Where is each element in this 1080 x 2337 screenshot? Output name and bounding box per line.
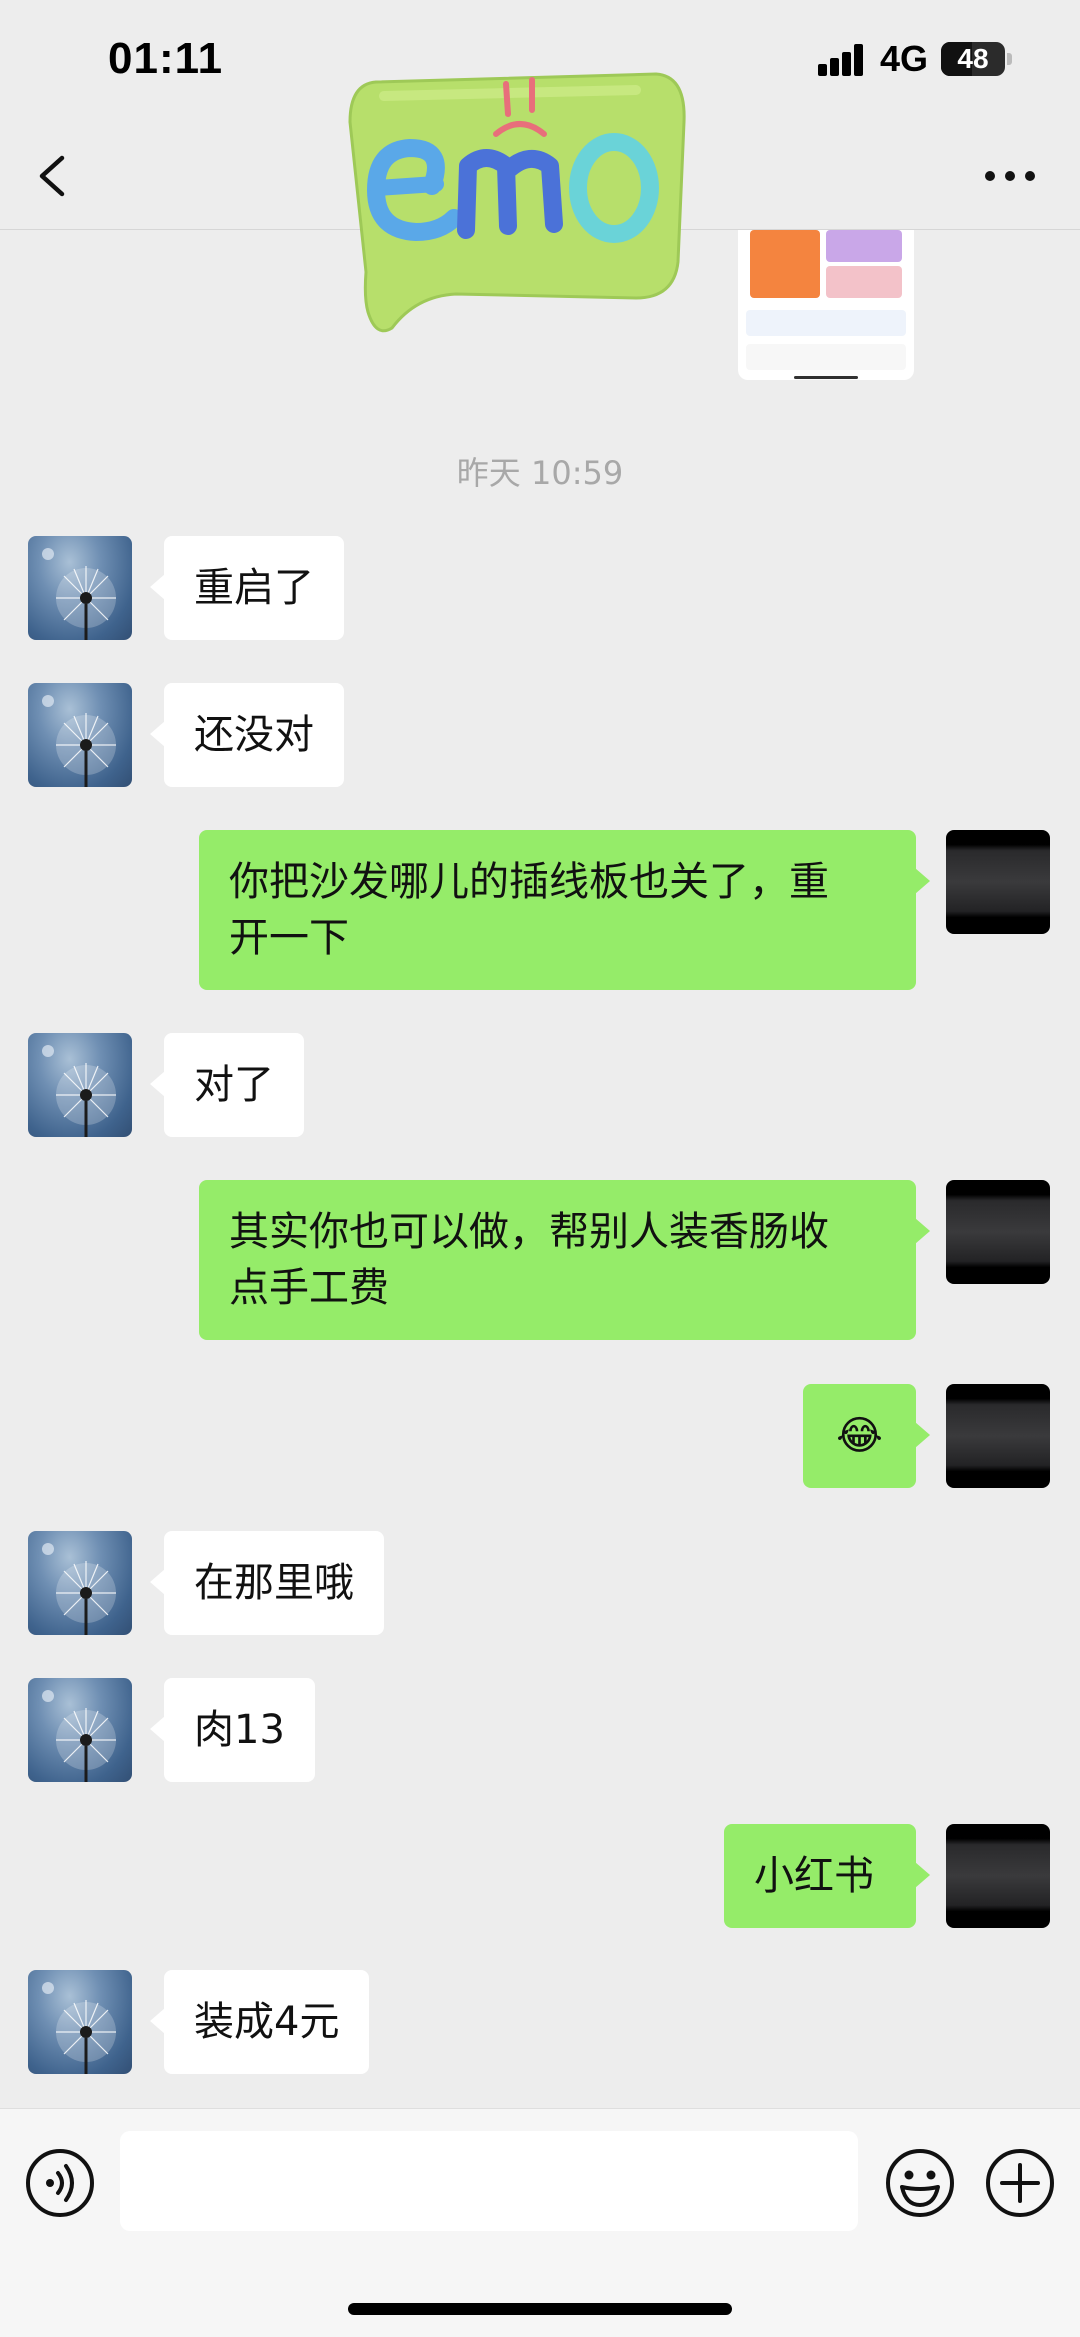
contact-avatar[interactable] xyxy=(28,1970,132,2074)
image-card xyxy=(746,310,906,336)
my-avatar[interactable] xyxy=(946,1824,1050,1928)
voice-button[interactable] xyxy=(24,2147,96,2219)
network-type: 4G xyxy=(880,38,929,79)
plus-icon xyxy=(986,2149,1054,2217)
status-time: 01:11 xyxy=(108,34,224,83)
message-text: 对了 xyxy=(194,1062,274,1108)
sticker-image xyxy=(348,72,686,333)
more-button[interactable] xyxy=(972,148,1048,204)
incoming-bubble[interactable]: 重启了 xyxy=(150,536,344,640)
incoming-bubble[interactable]: 装成4元 xyxy=(149,1970,370,2074)
dandelion-icon xyxy=(42,548,116,640)
message-text: 其实你也可以做，帮别人装香肠收 点手工费 xyxy=(229,1209,829,1311)
message-text: 你把沙发哪儿的插线板也关了，重 开一下 xyxy=(229,859,829,961)
contact-avatar[interactable] xyxy=(28,536,132,640)
contact-avatar[interactable] xyxy=(28,683,132,787)
outgoing-bubble[interactable]: 小红书 xyxy=(724,1824,930,1928)
back-button[interactable] xyxy=(22,140,88,210)
message-input[interactable] xyxy=(120,2131,858,2231)
image-card xyxy=(826,266,902,298)
message-text: 还没对 xyxy=(194,712,314,758)
plus-button[interactable] xyxy=(984,2147,1056,2219)
contact-avatar[interactable] xyxy=(28,1531,132,1635)
image-card xyxy=(826,230,902,262)
dandelion-icon xyxy=(42,1045,116,1137)
signal-icon xyxy=(818,44,870,76)
laughing-emoji: 😂 xyxy=(836,1413,883,1459)
outgoing-bubble[interactable]: 😂 xyxy=(803,1384,930,1488)
dandelion-icon xyxy=(42,695,116,787)
image-message[interactable] xyxy=(738,230,914,380)
dandelion-icon xyxy=(42,1543,116,1635)
my-avatar[interactable] xyxy=(946,1384,1050,1488)
emo-sticker[interactable] xyxy=(336,62,692,338)
my-avatar[interactable] xyxy=(946,830,1050,934)
battery-tip xyxy=(1007,53,1012,65)
contact-avatar[interactable] xyxy=(28,1678,132,1782)
incoming-bubble[interactable]: 还没对 xyxy=(150,683,344,787)
emoji-button[interactable] xyxy=(884,2147,956,2219)
incoming-bubble[interactable]: 对了 xyxy=(150,1033,304,1137)
outgoing-bubble[interactable]: 你把沙发哪儿的插线板也关了，重 开一下 xyxy=(199,830,930,990)
image-card xyxy=(794,376,858,379)
incoming-bubble[interactable]: 在那里哦 xyxy=(150,1531,384,1635)
message-text: 装成4元 xyxy=(194,1999,340,2045)
dandelion-icon xyxy=(42,1690,116,1782)
battery-icon: 48 xyxy=(941,42,1005,76)
message-text: 重启了 xyxy=(194,565,314,611)
image-card xyxy=(750,230,820,298)
my-avatar[interactable] xyxy=(946,1180,1050,1284)
emoji-icon xyxy=(886,2149,954,2217)
message-text: 小红书 xyxy=(754,1853,874,1899)
contact-avatar[interactable] xyxy=(28,1033,132,1137)
message-text: 在那里哦 xyxy=(194,1560,354,1606)
message-text: 肉13 xyxy=(194,1707,285,1753)
battery-percent: 48 xyxy=(957,43,989,74)
image-card xyxy=(746,344,906,370)
incoming-bubble[interactable]: 肉13 xyxy=(150,1678,315,1782)
home-indicator xyxy=(348,2303,732,2315)
chevron-left-icon xyxy=(39,155,65,197)
outgoing-bubble[interactable]: 其实你也可以做，帮别人装香肠收 点手工费 xyxy=(199,1180,930,1340)
voice-icon xyxy=(26,2149,94,2217)
more-dots-icon xyxy=(985,171,1035,181)
time-divider: 昨天 10:59 xyxy=(456,454,624,492)
dandelion-icon xyxy=(42,1982,116,2074)
